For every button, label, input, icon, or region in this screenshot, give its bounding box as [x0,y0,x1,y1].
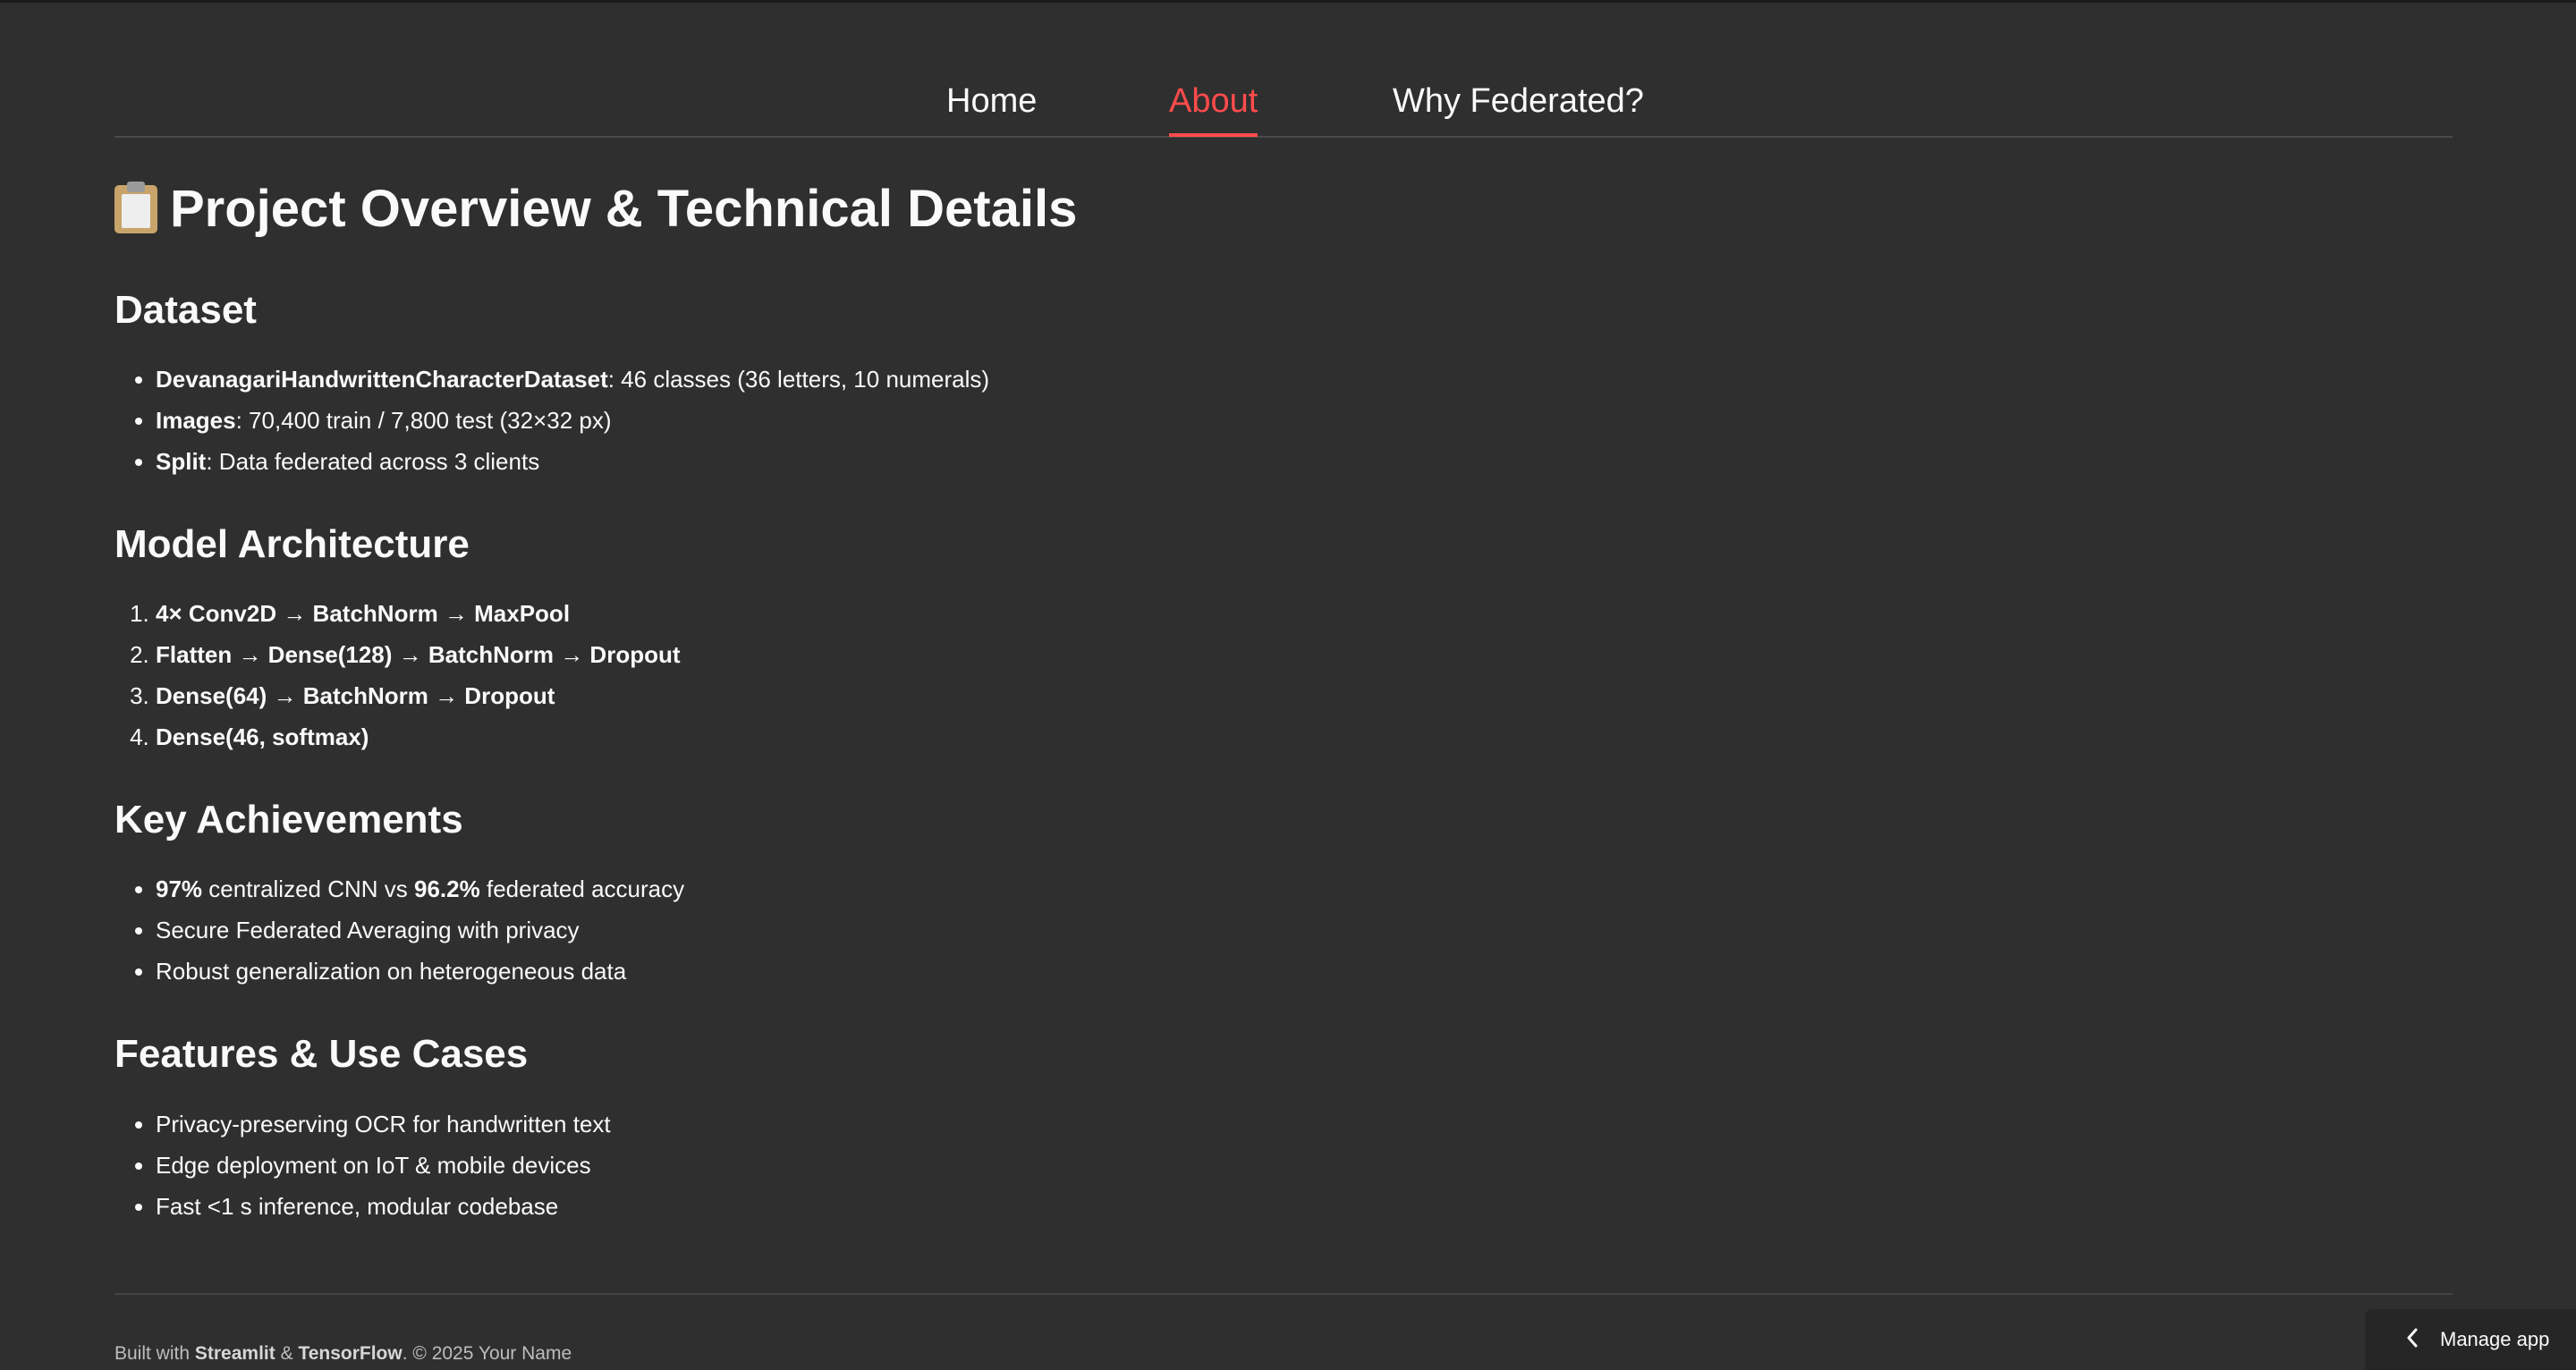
features-list: Privacy-preserving OCR for handwritten t… [114,1104,611,1227]
list-item-text: federated accuracy [479,875,685,902]
list-item: Dense(64) → BatchNorm → Dropout [156,675,681,716]
chevron-left-svg [2407,1328,2418,1347]
features-heading: Features & Use Cases [114,1032,529,1076]
list-item-text: centralized CNN vs [202,875,415,902]
chevron-left-icon [2406,1326,2419,1354]
list-item-text: : 46 classes (36 letters, 10 numerals) [607,366,990,393]
list-item-text: : 70,400 train / 7,800 test (32×32 px) [235,407,612,434]
architecture-heading: Model Architecture [114,522,470,566]
list-item: Split: Data federated across 3 clients [156,441,989,482]
page-title-text: Project Overview & Technical Details [170,180,1078,238]
list-item: Images: 70,400 train / 7,800 test (32×32… [156,400,989,441]
list-item-bold: Split [156,448,207,475]
tab-home[interactable]: Home [946,82,1037,133]
dataset-heading: Dataset [114,288,257,332]
list-item-text: 4× Conv2D → BatchNorm → MaxPool [156,600,571,627]
top-border [0,0,2576,3]
list-item: Dense(46, softmax) [156,716,681,757]
list-item-text: : Data federated across 3 clients [206,448,540,475]
tab-why-federated[interactable]: Why Federated? [1393,82,1644,133]
list-item: Fast <1 s inference, modular codebase [156,1186,611,1227]
footer-tool-streamlit: Streamlit [194,1343,275,1364]
tab-about[interactable]: About [1169,82,1258,137]
list-item: 4× Conv2D → BatchNorm → MaxPool [156,593,681,634]
footer: Built with Streamlit & TensorFlow. © 202… [114,1343,572,1365]
list-item-text: Flatten → Dense(128) → BatchNorm → Dropo… [156,641,681,668]
footer-prefix: Built with [114,1343,195,1364]
list-item: DevanagariHandwrittenCharacterDataset: 4… [156,359,989,400]
footer-divider [114,1293,2453,1295]
list-item: Edge deployment on IoT & mobile devices [156,1145,611,1186]
page-title: Project Overview & Technical Details [114,179,1077,239]
manage-app-button[interactable]: Manage app [2365,1309,2576,1370]
architecture-list: 4× Conv2D → BatchNorm → MaxPool Flatten … [114,593,681,757]
list-item: Privacy-preserving OCR for handwritten t… [156,1104,611,1145]
tab-bar: Home About Why Federated? [114,54,2453,138]
clipboard-icon [114,182,157,233]
list-item: Secure Federated Averaging with privacy [156,909,684,951]
achievements-list: 97% centralized CNN vs 96.2% federated a… [114,868,684,992]
achievements-heading: Key Achievements [114,798,463,841]
list-item-text: Dense(64) → BatchNorm → Dropout [156,682,555,709]
list-item-bold: DevanagariHandwrittenCharacterDataset [156,366,608,393]
list-item: Robust generalization on heterogeneous d… [156,951,684,992]
footer-tool-tensorflow: TensorFlow [298,1343,402,1364]
footer-suffix: . © 2025 Your Name [402,1343,572,1364]
list-item-text: Dense(46, softmax) [156,723,369,750]
list-item-bold: Images [156,407,236,434]
footer-amp: & [275,1343,299,1364]
federated-accuracy: 96.2% [414,875,480,902]
list-item: 97% centralized CNN vs 96.2% federated a… [156,868,684,909]
list-item: Flatten → Dense(128) → BatchNorm → Dropo… [156,634,681,675]
manage-app-label: Manage app [2440,1328,2550,1350]
dataset-list: DevanagariHandwrittenCharacterDataset: 4… [114,359,989,482]
centralized-accuracy: 97% [156,875,203,902]
